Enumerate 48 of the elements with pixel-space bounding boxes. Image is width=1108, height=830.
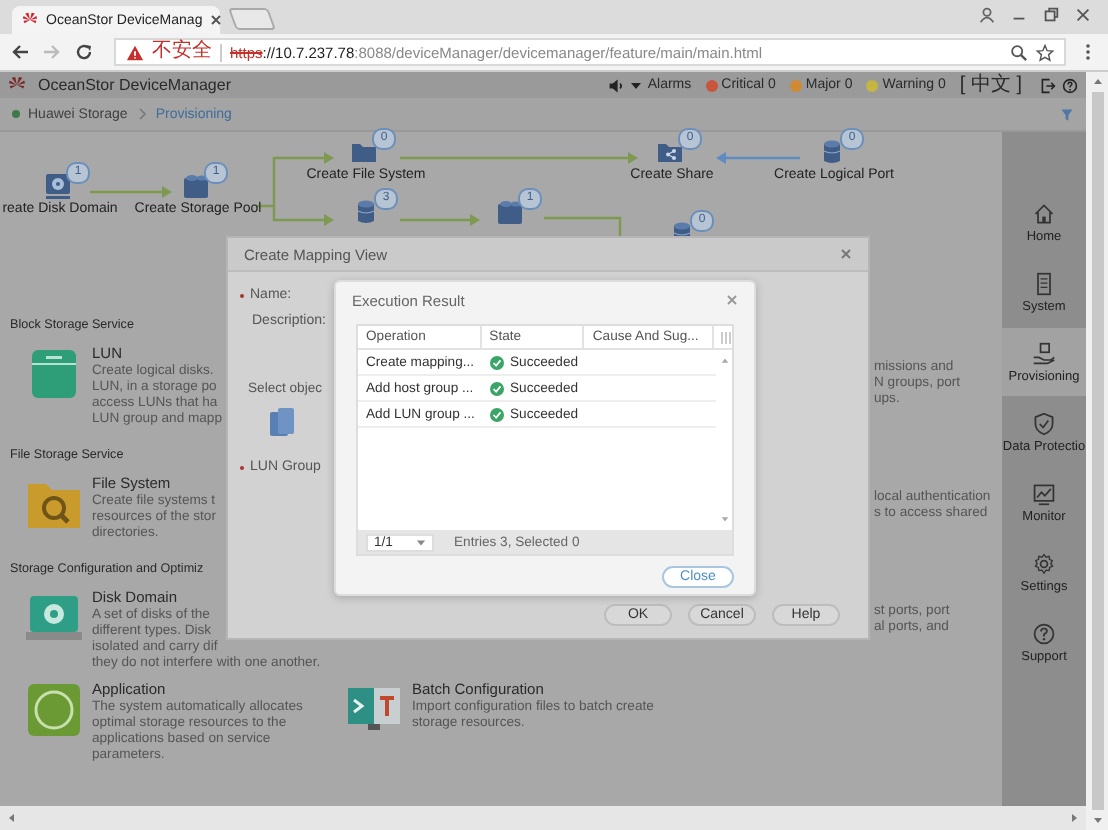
chevron-icon <box>135 108 148 120</box>
back-arrow-icon[interactable] <box>10 42 30 62</box>
chart-icon <box>1032 481 1056 505</box>
flow-arrow <box>400 214 480 226</box>
app-badge-icon[interactable] <box>24 680 84 740</box>
hand-box-icon <box>1032 341 1056 365</box>
close-icon[interactable] <box>210 14 223 26</box>
shield-icon <box>1032 411 1056 435</box>
help-icon <box>1032 621 1056 645</box>
star-icon[interactable] <box>1036 43 1054 61</box>
status-dot <box>12 110 20 118</box>
flow-arrow <box>90 186 172 198</box>
flower-logo-icon <box>22 12 38 28</box>
scroll-up-icon[interactable] <box>719 356 729 366</box>
help-icon[interactable] <box>1062 77 1078 93</box>
home-icon <box>1032 201 1056 225</box>
close-icon[interactable] <box>1074 6 1092 24</box>
flower-logo-icon <box>8 76 26 94</box>
security-label: 不安全 <box>152 42 212 62</box>
product-name: OceanStor DeviceManager <box>38 76 231 94</box>
share-folder-icon[interactable] <box>656 138 684 166</box>
cylinder-icon[interactable] <box>268 406 296 438</box>
scroll-down-icon[interactable] <box>1091 814 1103 826</box>
check-circle-icon <box>490 381 504 395</box>
caret-icon[interactable] <box>629 79 642 91</box>
language-link[interactable]: [ 中文 ] <box>959 75 1022 95</box>
speaker-icon[interactable] <box>607 77 624 93</box>
reload-icon[interactable] <box>74 42 94 62</box>
scroll-right-icon[interactable] <box>1068 812 1080 824</box>
settings-icon <box>1032 551 1056 575</box>
logout-icon[interactable] <box>1040 77 1056 93</box>
restore-icon[interactable] <box>1042 6 1060 24</box>
database-icon[interactable] <box>182 172 210 200</box>
database-icon[interactable] <box>496 198 524 226</box>
user-icon[interactable] <box>978 6 996 24</box>
flow-arrow <box>716 152 800 164</box>
check-circle-icon <box>490 355 504 369</box>
document-icon <box>1032 271 1056 295</box>
zoom-icon[interactable] <box>1010 43 1028 61</box>
cylinder-icon[interactable] <box>818 138 846 166</box>
warning-icon <box>126 43 144 61</box>
folder-icon[interactable] <box>350 138 378 166</box>
scroll-down-icon[interactable] <box>719 514 729 524</box>
scroll-up-icon[interactable] <box>1091 76 1103 88</box>
scroll-left-icon[interactable] <box>6 812 18 824</box>
cylinder-icon[interactable] <box>352 198 380 226</box>
check-circle-icon <box>490 407 504 421</box>
caret-icon <box>416 537 426 547</box>
